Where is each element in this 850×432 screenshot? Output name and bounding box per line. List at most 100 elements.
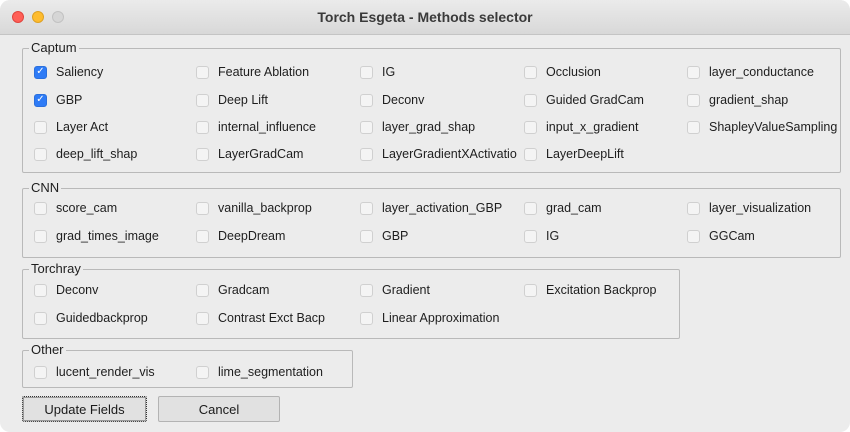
checkbox-unchecked[interactable] xyxy=(360,120,373,134)
checkbox-option-other[interactable]: lime_segmentation xyxy=(196,362,323,382)
checkbox-unchecked[interactable] xyxy=(687,229,700,243)
checkbox-unchecked[interactable] xyxy=(196,147,209,161)
checkbox-option-torchray[interactable]: Contrast Exct Bacp xyxy=(196,308,325,328)
checkbox-unchecked[interactable] xyxy=(524,147,537,161)
checkbox-unchecked[interactable] xyxy=(196,283,209,297)
checkbox-unchecked[interactable] xyxy=(196,365,209,379)
checkbox-option-captum[interactable]: Deep Lift xyxy=(196,90,268,110)
checkbox-option-torchray[interactable]: Deconv xyxy=(34,280,98,300)
checkbox-option-captum[interactable]: layer_grad_shap xyxy=(360,117,475,137)
checkbox-label: GBP xyxy=(382,229,409,243)
cancel-button[interactable]: Cancel xyxy=(158,396,280,422)
checkbox-checked[interactable]: ✓ xyxy=(34,65,47,79)
checkbox-option-captum[interactable]: Layer Act xyxy=(34,117,108,137)
checkbox-unchecked[interactable] xyxy=(34,147,47,161)
checkbox-unchecked[interactable] xyxy=(360,93,373,107)
checkbox-unchecked[interactable] xyxy=(687,120,700,134)
checkbox-option-cnn[interactable]: IG xyxy=(524,226,559,246)
checkbox-label: GGCam xyxy=(709,229,755,243)
checkbox-option-torchray[interactable]: Linear Approximation xyxy=(360,308,499,328)
checkbox-unchecked[interactable] xyxy=(360,311,373,325)
group-label-torchray: Torchray xyxy=(29,261,83,277)
checkbox-label: Layer Act xyxy=(56,120,109,134)
checkbox-option-cnn[interactable]: GGCam xyxy=(687,226,755,246)
checkbox-unchecked[interactable] xyxy=(196,120,209,134)
update-fields-button[interactable]: Update Fields xyxy=(22,396,147,422)
checkbox-label: Occlusion xyxy=(546,65,601,79)
checkbox-option-other[interactable]: lucent_render_vis xyxy=(34,362,155,382)
checkbox-option-captum[interactable]: LayerGradCam xyxy=(196,144,303,164)
checkbox-unchecked[interactable] xyxy=(360,65,373,79)
checkbox-unchecked[interactable] xyxy=(34,229,47,243)
checkbox-unchecked[interactable] xyxy=(34,311,47,325)
checkbox-option-captum[interactable]: LayerDeepLift xyxy=(524,144,624,164)
checkbox-label: LayerGradCam xyxy=(218,147,304,161)
checkbox-option-captum[interactable]: ✓ GBP xyxy=(34,90,82,110)
checkbox-unchecked[interactable] xyxy=(360,229,373,243)
checkbox-unchecked[interactable] xyxy=(524,201,537,215)
checkbox-label: DeepDream xyxy=(218,229,286,243)
checkbox-option-captum[interactable]: gradient_shap xyxy=(687,90,788,110)
app-window: Torch Esgeta - Methods selector Captum C… xyxy=(0,0,850,432)
checkbox-option-captum[interactable]: internal_influence xyxy=(196,117,316,137)
checkbox-label: LayerGradientXActivatio xyxy=(382,147,517,161)
checkbox-unchecked[interactable] xyxy=(360,201,373,215)
checkbox-option-torchray[interactable]: Gradient xyxy=(360,280,430,300)
checkbox-option-cnn[interactable]: layer_activation_GBP xyxy=(360,198,502,218)
checkbox-option-cnn[interactable]: layer_visualization xyxy=(687,198,811,218)
checkbox-unchecked[interactable] xyxy=(196,229,209,243)
checkbox-option-captum[interactable]: ShapleyValueSampling xyxy=(687,117,837,137)
checkbox-unchecked[interactable] xyxy=(687,65,700,79)
checkbox-unchecked[interactable] xyxy=(524,65,537,79)
checkbox-option-captum[interactable]: Guided GradCam xyxy=(524,90,644,110)
checkbox-option-torchray[interactable]: Gradcam xyxy=(196,280,269,300)
checkbox-option-torchray[interactable]: Guidedbackprop xyxy=(34,308,148,328)
checkbox-unchecked[interactable] xyxy=(360,147,373,161)
checkbox-label: lucent_render_vis xyxy=(56,365,155,379)
checkbox-option-cnn[interactable]: vanilla_backprop xyxy=(196,198,312,218)
checkbox-option-cnn[interactable]: DeepDream xyxy=(196,226,285,246)
checkbox-label: internal_influence xyxy=(218,120,316,134)
checkbox-unchecked[interactable] xyxy=(196,201,209,215)
checkbox-unchecked[interactable] xyxy=(687,201,700,215)
checkbox-option-captum[interactable]: Occlusion xyxy=(524,62,601,82)
checkbox-label: Deconv xyxy=(382,93,425,107)
checkbox-option-cnn[interactable]: GBP xyxy=(360,226,408,246)
checkbox-checked[interactable]: ✓ xyxy=(34,93,47,107)
checkbox-label: gradient_shap xyxy=(709,93,789,107)
checkbox-unchecked[interactable] xyxy=(34,283,47,297)
checkbox-unchecked[interactable] xyxy=(524,229,537,243)
checkmark-icon: ✓ xyxy=(36,66,45,77)
checkbox-option-cnn[interactable]: grad_cam xyxy=(524,198,602,218)
checkbox-option-cnn[interactable]: grad_times_image xyxy=(34,226,159,246)
checkbox-option-captum[interactable]: layer_conductance xyxy=(687,62,814,82)
checkbox-option-captum[interactable]: IG xyxy=(360,62,395,82)
checkbox-unchecked[interactable] xyxy=(524,283,537,297)
checkbox-option-cnn[interactable]: score_cam xyxy=(34,198,117,218)
checkbox-unchecked[interactable] xyxy=(524,120,537,134)
checkbox-unchecked[interactable] xyxy=(34,201,47,215)
checkbox-label: IG xyxy=(546,229,560,243)
checkbox-label: IG xyxy=(382,65,396,79)
checkbox-option-torchray[interactable]: Excitation Backprop xyxy=(524,280,656,300)
checkbox-unchecked[interactable] xyxy=(360,283,373,297)
checkbox-unchecked[interactable] xyxy=(196,93,209,107)
title-bar[interactable]: Torch Esgeta - Methods selector xyxy=(0,0,850,35)
checkbox-label: Guided GradCam xyxy=(546,93,644,107)
checkbox-option-captum[interactable]: ✓ Saliency xyxy=(34,62,103,82)
checkbox-option-captum[interactable]: input_x_gradient xyxy=(524,117,638,137)
checkbox-option-captum[interactable]: Feature Ablation xyxy=(196,62,309,82)
checkbox-label: layer_activation_GBP xyxy=(382,201,503,215)
checkbox-unchecked[interactable] xyxy=(34,365,47,379)
checkbox-option-captum[interactable]: Deconv xyxy=(360,90,424,110)
checkbox-label: Linear Approximation xyxy=(382,311,500,325)
checkbox-label: Saliency xyxy=(56,65,104,79)
checkbox-label: Guidedbackprop xyxy=(56,311,148,325)
checkbox-unchecked[interactable] xyxy=(687,93,700,107)
checkbox-option-captum[interactable]: LayerGradientXActivatio xyxy=(360,144,517,164)
checkbox-unchecked[interactable] xyxy=(34,120,47,134)
checkbox-unchecked[interactable] xyxy=(196,65,209,79)
checkbox-unchecked[interactable] xyxy=(196,311,209,325)
checkbox-option-captum[interactable]: deep_lift_shap xyxy=(34,144,137,164)
checkbox-unchecked[interactable] xyxy=(524,93,537,107)
